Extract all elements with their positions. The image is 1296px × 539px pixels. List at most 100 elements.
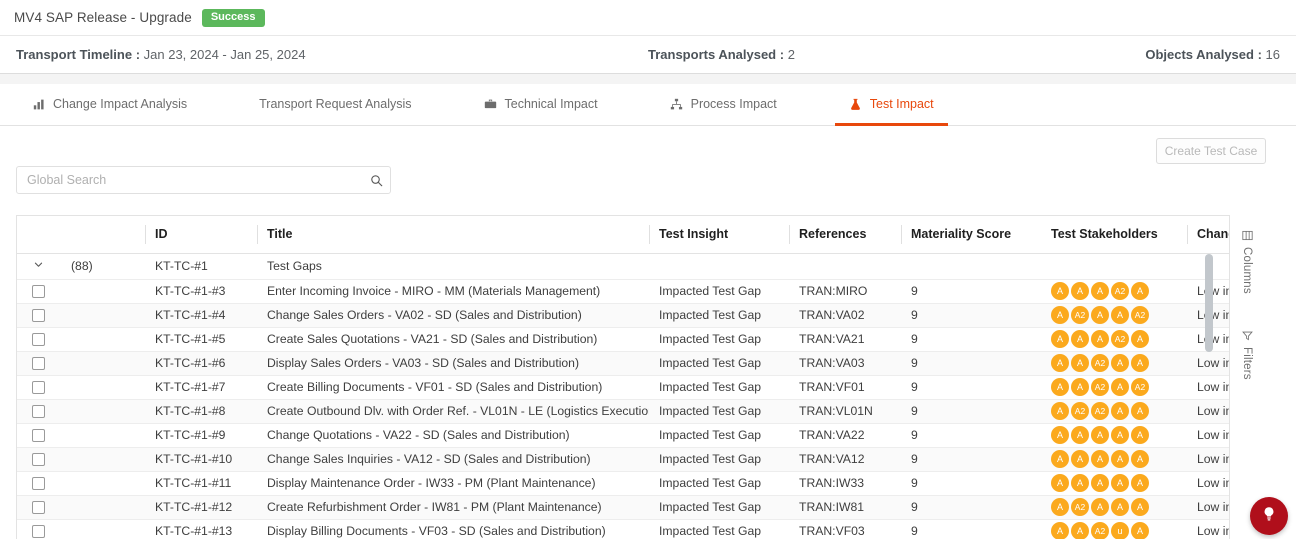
row-checkbox[interactable]	[31, 476, 45, 490]
avatar[interactable]: A	[1051, 522, 1069, 539]
avatar[interactable]: A	[1111, 474, 1129, 492]
table-row[interactable]: KT-TC-#1-#13 Display Billing Documents - …	[17, 519, 1229, 539]
row-checkbox[interactable]	[31, 380, 45, 394]
avatar[interactable]: A	[1131, 354, 1149, 372]
avatar[interactable]: A	[1111, 498, 1129, 516]
row-checkbox[interactable]	[31, 332, 45, 346]
row-select-cell[interactable]	[17, 495, 55, 520]
avatar[interactable]: A	[1091, 330, 1109, 348]
create-test-case-button[interactable]: Create Test Case	[1156, 138, 1266, 164]
rail-filters-button[interactable]: Filters	[1241, 330, 1253, 380]
search-icon[interactable]	[362, 174, 390, 187]
rail-columns-button[interactable]: Columns	[1241, 230, 1253, 294]
col-header-id[interactable]: ID	[145, 216, 257, 254]
col-header-test-insight[interactable]: Test Insight	[649, 216, 789, 254]
col-header-change-impact[interactable]: Change Im	[1187, 216, 1229, 254]
avatar[interactable]: A	[1131, 402, 1149, 420]
avatar[interactable]: A	[1051, 450, 1069, 468]
avatar[interactable]: A2	[1111, 330, 1129, 348]
tab-technical-impact[interactable]: Technical Impact	[470, 85, 612, 126]
avatar[interactable]: A2	[1131, 378, 1149, 396]
avatar[interactable]: A	[1071, 522, 1089, 539]
row-select-cell[interactable]	[17, 351, 55, 376]
avatar[interactable]: A	[1131, 426, 1149, 444]
tab-test-impact[interactable]: Test Impact	[834, 85, 948, 126]
row-select-cell[interactable]	[17, 375, 55, 400]
avatar[interactable]: A	[1091, 282, 1109, 300]
help-fab-button[interactable]	[1250, 497, 1288, 535]
row-checkbox[interactable]	[31, 452, 45, 466]
row-select-cell[interactable]	[17, 327, 55, 352]
avatar[interactable]: A	[1111, 450, 1129, 468]
avatar[interactable]: A2	[1131, 306, 1149, 324]
row-select-cell[interactable]	[17, 447, 55, 472]
avatar[interactable]: A2	[1071, 306, 1089, 324]
avatar[interactable]: A	[1051, 354, 1069, 372]
row-select-cell[interactable]	[17, 303, 55, 328]
avatar[interactable]: A	[1051, 306, 1069, 324]
avatar[interactable]: A	[1131, 522, 1149, 539]
table-row[interactable]: KT-TC-#1-#11 Display Maintenance Order - …	[17, 471, 1229, 496]
table-row[interactable]: KT-TC-#1-#8 Create Outbound Dlv. with Ord…	[17, 399, 1229, 424]
group-expand-cell[interactable]	[17, 253, 55, 280]
tab-change-impact-analysis[interactable]: Change Impact Analysis	[18, 85, 201, 126]
row-checkbox[interactable]	[31, 284, 45, 298]
avatar[interactable]: A	[1091, 306, 1109, 324]
avatar[interactable]: A	[1051, 330, 1069, 348]
row-select-cell[interactable]	[17, 519, 55, 539]
table-group-row[interactable]: (88) KT-TC-#1 Test Gaps	[17, 253, 1229, 280]
table-scroll-region[interactable]: ID Title Test Insight References Materia…	[17, 216, 1229, 539]
avatar[interactable]: A	[1071, 354, 1089, 372]
avatar[interactable]: A	[1071, 330, 1089, 348]
avatar[interactable]: A2	[1111, 282, 1129, 300]
avatar[interactable]: A2	[1071, 402, 1089, 420]
col-header-materiality-score[interactable]: Materiality Score	[901, 216, 1041, 254]
avatar[interactable]: A	[1131, 450, 1149, 468]
avatar[interactable]: A	[1091, 426, 1109, 444]
avatar[interactable]: A	[1051, 498, 1069, 516]
row-select-cell[interactable]	[17, 399, 55, 424]
avatar[interactable]: A	[1091, 474, 1109, 492]
col-header-title[interactable]: Title	[257, 216, 649, 254]
avatar[interactable]: A	[1131, 282, 1149, 300]
col-header-test-stakeholders[interactable]: Test Stakeholders	[1041, 216, 1187, 254]
tab-process-impact[interactable]: Process Impact	[656, 85, 791, 126]
avatar[interactable]: A	[1111, 378, 1129, 396]
table-vertical-scrollbar[interactable]	[1205, 254, 1213, 352]
avatar[interactable]: A	[1111, 402, 1129, 420]
avatar[interactable]: A	[1091, 498, 1109, 516]
avatar[interactable]: A	[1131, 474, 1149, 492]
avatar[interactable]: A	[1051, 474, 1069, 492]
table-row[interactable]: KT-TC-#1-#6 Display Sales Orders - VA03 -…	[17, 351, 1229, 376]
avatar[interactable]: A	[1131, 330, 1149, 348]
table-row[interactable]: KT-TC-#1-#9 Change Quotations - VA22 - SD…	[17, 423, 1229, 448]
table-row[interactable]: KT-TC-#1-#7 Create Billing Documents - VF…	[17, 375, 1229, 400]
avatar[interactable]: u	[1111, 522, 1129, 539]
avatar[interactable]: A2	[1091, 378, 1109, 396]
chevron-down-icon[interactable]	[31, 259, 45, 273]
avatar[interactable]: A	[1071, 282, 1089, 300]
row-select-cell[interactable]	[17, 471, 55, 496]
avatar[interactable]: A	[1071, 474, 1089, 492]
avatar[interactable]: A2	[1071, 498, 1089, 516]
avatar[interactable]: A2	[1091, 402, 1109, 420]
avatar[interactable]: A	[1131, 498, 1149, 516]
tab-transport-request-analysis[interactable]: Transport Request Analysis	[245, 85, 425, 126]
avatar[interactable]: A	[1071, 378, 1089, 396]
col-header-references[interactable]: References	[789, 216, 901, 254]
avatar[interactable]: A	[1111, 306, 1129, 324]
avatar[interactable]: A	[1051, 378, 1069, 396]
avatar[interactable]: A	[1091, 450, 1109, 468]
search-input[interactable]	[17, 173, 362, 187]
row-select-cell[interactable]	[17, 279, 55, 304]
table-row[interactable]: KT-TC-#1-#4 Change Sales Orders - VA02 - …	[17, 303, 1229, 328]
avatar[interactable]: A	[1111, 426, 1129, 444]
table-row[interactable]: KT-TC-#1-#12 Create Refurbishment Order -…	[17, 495, 1229, 520]
avatar[interactable]: A	[1111, 354, 1129, 372]
row-checkbox[interactable]	[31, 356, 45, 370]
avatar[interactable]: A	[1071, 426, 1089, 444]
global-search[interactable]	[16, 166, 391, 194]
row-checkbox[interactable]	[31, 500, 45, 514]
row-checkbox[interactable]	[31, 428, 45, 442]
table-row[interactable]: KT-TC-#1-#3 Enter Incoming Invoice - MIRO…	[17, 279, 1229, 304]
